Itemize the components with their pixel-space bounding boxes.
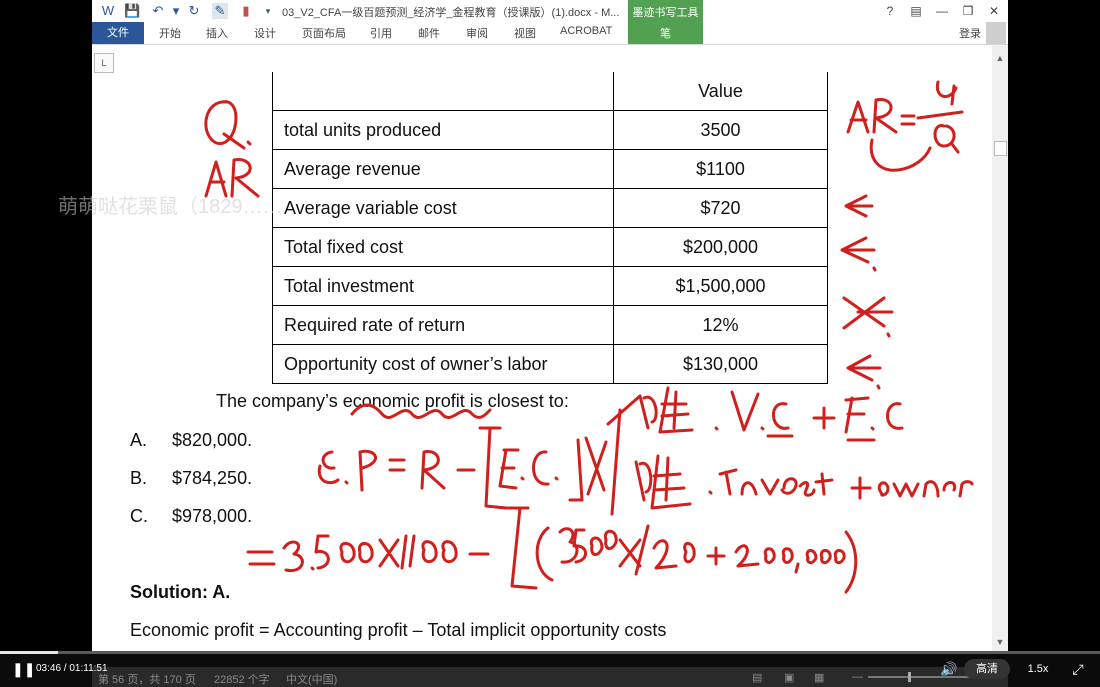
- progress-bar[interactable]: [0, 651, 1100, 654]
- tab-layout[interactable]: 页面布局: [302, 25, 346, 41]
- window-title: 03_V2_CFA一级百题预测_经济学_金程教育（授课版）(1).docx - …: [282, 7, 620, 19]
- tab-insert[interactable]: 插入: [206, 25, 228, 41]
- title-bar: W 💾 ↶ ▾ ↻ ✎ ▮ ▾ 03_V2_CFA一级百题预测_经济学_金程教育…: [92, 0, 1008, 22]
- zoom-out-icon[interactable]: —: [852, 671, 863, 683]
- option-a-text: $820,000.: [172, 430, 253, 450]
- table-cell-value: $130,000: [613, 344, 828, 384]
- time-display: 03:46 / 01:11:51: [36, 663, 108, 674]
- status-page[interactable]: 第 56 页，共 170 页: [98, 671, 196, 687]
- pen-tools-contextual-group: 墨迹书写工具 笔: [628, 0, 703, 44]
- table-header-empty: [272, 72, 614, 111]
- ribbon-display-options-icon[interactable]: ▤: [906, 2, 926, 20]
- table-row: Required rate of return 12%: [272, 305, 828, 345]
- vertical-scrollbar[interactable]: ▲ ▼: [992, 45, 1008, 651]
- help-button[interactable]: ?: [880, 2, 900, 20]
- solution-label: Solution: A.: [130, 582, 231, 602]
- table-row: Average variable cost $720: [272, 188, 828, 228]
- scroll-up-icon[interactable]: ▲: [992, 51, 1008, 65]
- tab-view[interactable]: 视图: [514, 25, 536, 41]
- status-language[interactable]: 中文(中国): [286, 671, 337, 687]
- word-status-bar: 第 56 页，共 170 页 22852 个字 中文(中国) ▤ ▣ ▦ — +: [92, 667, 1008, 687]
- table-row: Average revenue $1100: [272, 149, 828, 189]
- table-cell-value: 3500: [613, 110, 828, 150]
- table-cell-value: $200,000: [613, 227, 828, 267]
- tab-acrobat[interactable]: ACROBAT: [560, 25, 612, 37]
- table-cell-label: Required rate of return: [272, 305, 614, 345]
- ribbon-tabs: 文件 开始 插入 设计 页面布局 引用 邮件 审阅 视图 ACROBAT 登录: [92, 22, 1008, 45]
- restore-icon[interactable]: ❐: [958, 2, 978, 20]
- speed-button[interactable]: 1.5x: [1020, 660, 1056, 678]
- word-window: W 💾 ↶ ▾ ↻ ✎ ▮ ▾ 03_V2_CFA一级百题预测_经济学_金程教育…: [92, 0, 1008, 651]
- print-layout-icon[interactable]: ▣: [784, 671, 794, 684]
- undo-icon[interactable]: ↶: [150, 3, 166, 19]
- quality-button[interactable]: 高清: [964, 659, 1010, 679]
- table-row: Total investment $1,500,000: [272, 266, 828, 306]
- zoom-slider-thumb[interactable]: [908, 672, 911, 682]
- option-b-text: $784,250.: [172, 468, 253, 488]
- table-header-value: Value: [613, 72, 828, 111]
- table-cell-label: Opportunity cost of owner’s labor: [272, 344, 614, 384]
- tab-pen[interactable]: 笔: [628, 25, 703, 41]
- pen-tools-title: 墨迹书写工具: [632, 7, 699, 19]
- table-cell-label: Total investment: [272, 266, 614, 306]
- pen-icon[interactable]: ✎: [212, 3, 228, 19]
- volume-icon[interactable]: 🔊: [940, 660, 958, 678]
- scroll-down-icon[interactable]: ▼: [992, 635, 1008, 649]
- video-controls: 第 56 页，共 170 页 22852 个字 中文(中国) ▤ ▣ ▦ — +…: [0, 651, 1100, 687]
- redo-icon[interactable]: ↻: [186, 3, 202, 19]
- tab-file[interactable]: 文件: [92, 22, 144, 44]
- data-table: Value total units produced 3500 Average …: [272, 72, 828, 384]
- word-logo-icon: W: [101, 3, 115, 18]
- solution-text: Economic profit = Accounting profit – To…: [130, 620, 667, 640]
- web-layout-icon[interactable]: ▦: [814, 671, 824, 684]
- table-cell-value: $1100: [613, 149, 828, 189]
- minimize-icon[interactable]: —: [932, 2, 952, 20]
- tab-review[interactable]: 审阅: [466, 25, 488, 41]
- tab-design[interactable]: 设计: [254, 25, 276, 41]
- table-row: Total fixed cost $200,000: [272, 227, 828, 267]
- table-header-row: Value: [272, 72, 828, 111]
- table-cell-value: $720: [613, 188, 828, 228]
- scrollbar-thumb[interactable]: [994, 141, 1007, 156]
- avatar[interactable]: [986, 22, 1006, 44]
- undo-dropdown-icon[interactable]: ▾: [168, 3, 184, 19]
- watermark: 萌萌哒花栗鼠（1829……: [58, 196, 283, 218]
- table-cell-label: Total fixed cost: [272, 227, 614, 267]
- table-cell-value: $1,500,000: [613, 266, 828, 306]
- tab-mailings[interactable]: 邮件: [418, 25, 440, 41]
- close-icon[interactable]: ✕: [984, 2, 1004, 20]
- table-row: Opportunity cost of owner’s labor $130,0…: [272, 344, 828, 384]
- status-words[interactable]: 22852 个字: [214, 671, 270, 687]
- question-text: The company’s economic profit is closest…: [216, 391, 569, 411]
- tab-home[interactable]: 开始: [159, 25, 181, 41]
- pause-icon[interactable]: ❚❚: [12, 661, 35, 677]
- table-cell-value: 12%: [613, 305, 828, 345]
- option-b-letter: B.: [130, 468, 148, 488]
- document-area[interactable]: L Value total units produced 3500 Averag…: [92, 45, 1008, 651]
- table-row: total units produced 3500: [272, 110, 828, 150]
- option-a-letter: A.: [130, 430, 148, 450]
- save-icon[interactable]: 💾: [124, 3, 140, 19]
- option-c-letter: C.: [130, 506, 148, 526]
- table-cell-label: Average revenue: [272, 149, 614, 189]
- progress-fill: [0, 651, 59, 654]
- tab-references[interactable]: 引用: [370, 25, 392, 41]
- table-cell-label: total units produced: [272, 110, 614, 150]
- tab-selector-icon[interactable]: L: [94, 53, 114, 73]
- eraser-icon[interactable]: ▮: [238, 3, 254, 19]
- customize-qat-icon[interactable]: ▾: [260, 3, 276, 19]
- option-c-text: $978,000.: [172, 506, 253, 526]
- zoom-slider[interactable]: [868, 672, 978, 682]
- sign-in-link[interactable]: 登录: [959, 25, 981, 41]
- fullscreen-icon[interactable]: ⤢: [1068, 660, 1088, 678]
- table-cell-label: Average variable cost: [272, 188, 614, 228]
- read-mode-icon[interactable]: ▤: [752, 671, 762, 684]
